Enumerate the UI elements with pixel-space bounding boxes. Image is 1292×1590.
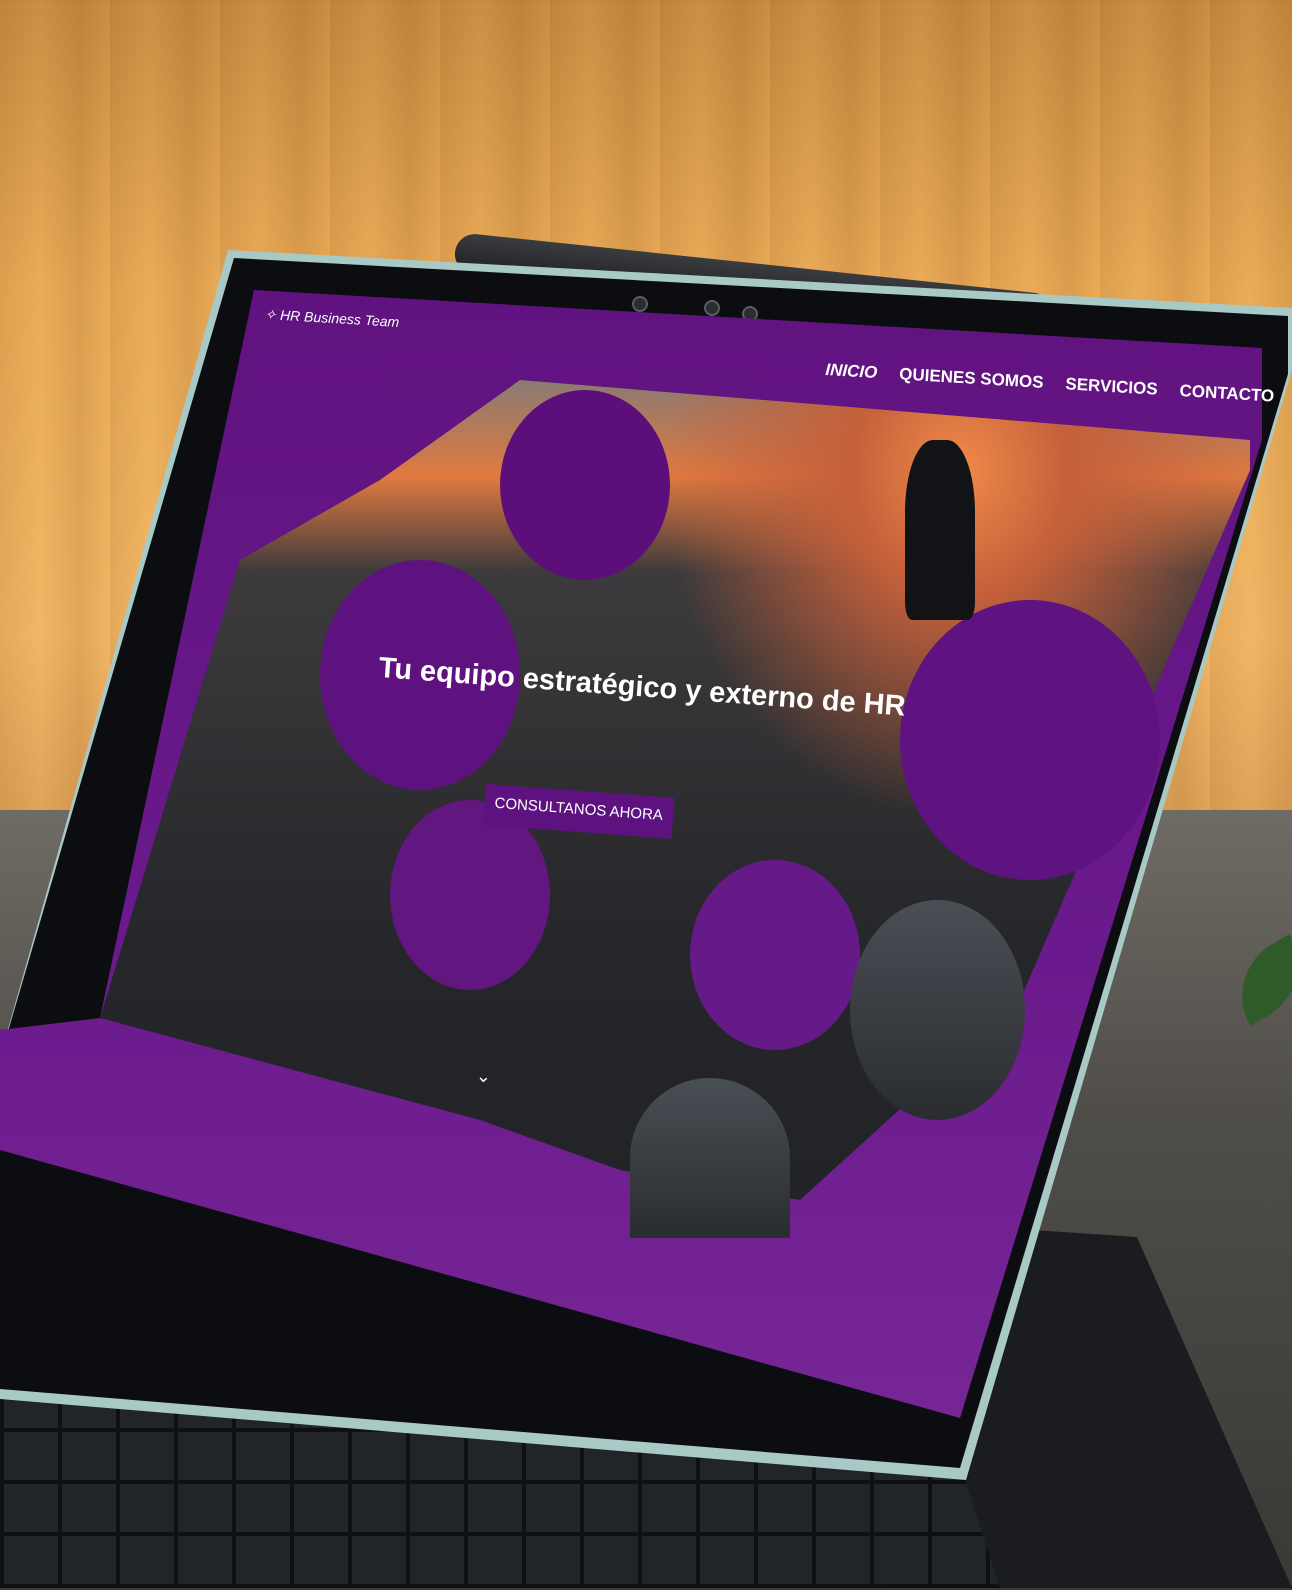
purple-shape-right — [900, 600, 1160, 880]
camera-dot — [704, 300, 720, 316]
dark-shape-bottom — [630, 1078, 790, 1238]
camera-dot — [632, 296, 648, 312]
purple-shape-lower — [690, 860, 860, 1050]
purple-shape-center — [390, 800, 550, 990]
nav-item-inicio[interactable]: INICIO — [825, 360, 878, 383]
purple-shape-top — [500, 390, 670, 580]
person-silhouette — [905, 440, 975, 620]
dark-shape-right — [850, 900, 1025, 1120]
chevron-down-icon[interactable]: ⌄ — [475, 1065, 491, 1087]
